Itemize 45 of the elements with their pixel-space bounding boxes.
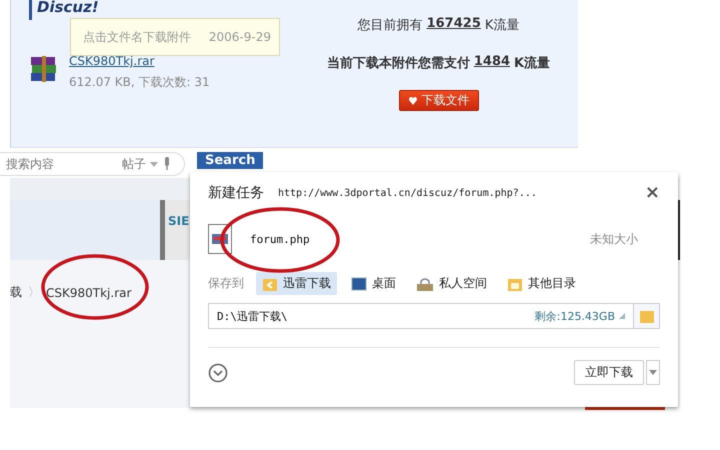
logo: Discuz! [37,0,99,14]
search-button[interactable]: Search [197,152,264,169]
download-now-button[interactable]: 立即下载 [574,360,644,385]
download-file-button[interactable]: 下载文件 [398,90,478,111]
microphone-icon[interactable] [162,157,172,171]
location-option[interactable]: 迅雷下载 [256,272,337,295]
caret-icon [649,370,657,375]
balance-amount: 167425 [426,16,481,33]
path-value: D:\迅雷下载\ [217,308,288,324]
balance-label: 您目前拥有 [358,17,423,34]
path-field[interactable]: D:\迅雷下载\ 剩余:125.43GB [208,303,634,329]
file-info: 612.07 KB, 下载次数: 31 [69,74,210,91]
logo-bar [29,0,32,20]
cost-unit: K流量 [514,54,550,72]
balance-unit: K流量 [484,17,520,34]
file-link[interactable]: CSK980Tkj.rar [69,54,210,68]
lock-drive-icon [416,276,434,292]
file-name: forum.php [250,232,310,246]
heart-icon [408,96,418,106]
ad-text: SIE [168,214,190,228]
location-option[interactable]: 私人空间 [410,272,493,295]
expand-chevron-icon[interactable] [208,362,228,382]
dialog-title: 新建任务 [208,184,264,202]
caret-icon[interactable] [150,162,158,166]
tooltip-text: 点击文件名下载附件 [83,28,191,46]
folder-icon [638,308,654,324]
dropdown-button[interactable] [646,360,660,385]
archive-books-icon [29,54,59,84]
location-option[interactable]: 桌面 [345,272,402,295]
monitor-icon [351,276,367,292]
corner-triangle-icon [619,313,625,319]
scope-dropdown[interactable]: 帖子 [122,156,146,172]
save-to-label: 保存到 [208,275,244,292]
url-text: http://www.3dportal.cn/discuz/forum.php?... [278,188,537,198]
free-space: 剩余:125.43GB [534,308,615,324]
breadcrumb-separator: 〉 [28,284,40,301]
location-option[interactable]: 其他目录 [501,272,582,295]
close-button[interactable]: × [644,185,660,201]
search-field[interactable]: 搜索内容 帖子 [0,152,185,176]
cost-label: 当前下载本附件您需支付 [326,55,470,72]
breadcrumb-current: CSK980Tkj.rar [46,286,132,300]
tooltip-date: 2006-9-29 [208,30,271,44]
cost-amount: 1484 [474,54,510,71]
file-size: 未知大小 [590,230,638,248]
breadcrumb-item[interactable]: 载 [10,284,22,301]
